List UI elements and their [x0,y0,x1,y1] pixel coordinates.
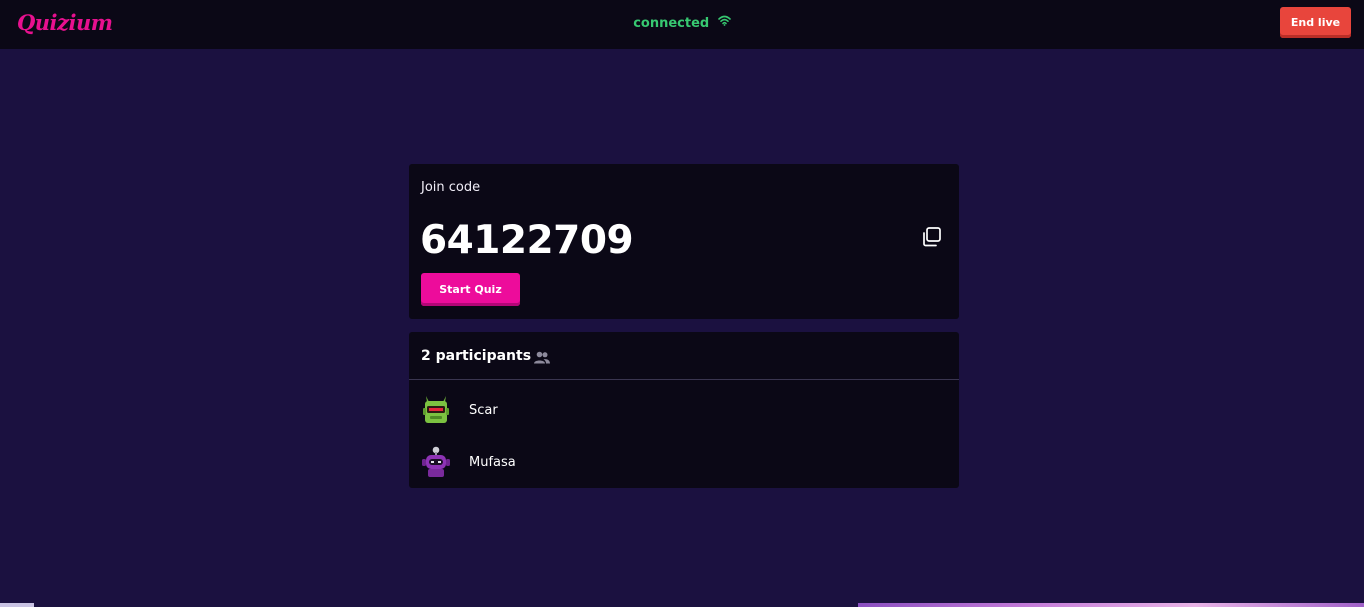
green-robot-avatar [419,393,453,427]
bottom-strip-left [0,603,34,607]
list-item: Mufasa [409,437,959,487]
copy-icon[interactable] [921,226,943,248]
participants-header: 2 participants [409,332,959,380]
join-code-value: 64122709 [420,218,634,263]
people-icon [534,349,550,368]
participants-card: 2 participants Scar Mufasa [409,332,959,488]
start-quiz-button[interactable]: Start Quiz [421,273,520,306]
participant-name: Scar [469,403,498,418]
participants-count: 2 participants [421,348,532,364]
end-live-button[interactable]: End live [1280,7,1351,38]
bottom-strip-right [858,603,1364,607]
list-item: Scar [409,385,959,435]
join-code-card: Join code 64122709 Start Quiz [409,164,959,319]
join-code-label: Join code [421,180,481,195]
participant-name: Mufasa [469,455,516,470]
purple-robot-avatar [419,445,453,479]
connection-status-label: connected [633,16,710,31]
wifi-icon [717,15,731,30]
connection-status: connected [0,15,1364,31]
top-bar: Quizium connected End live [0,0,1364,49]
